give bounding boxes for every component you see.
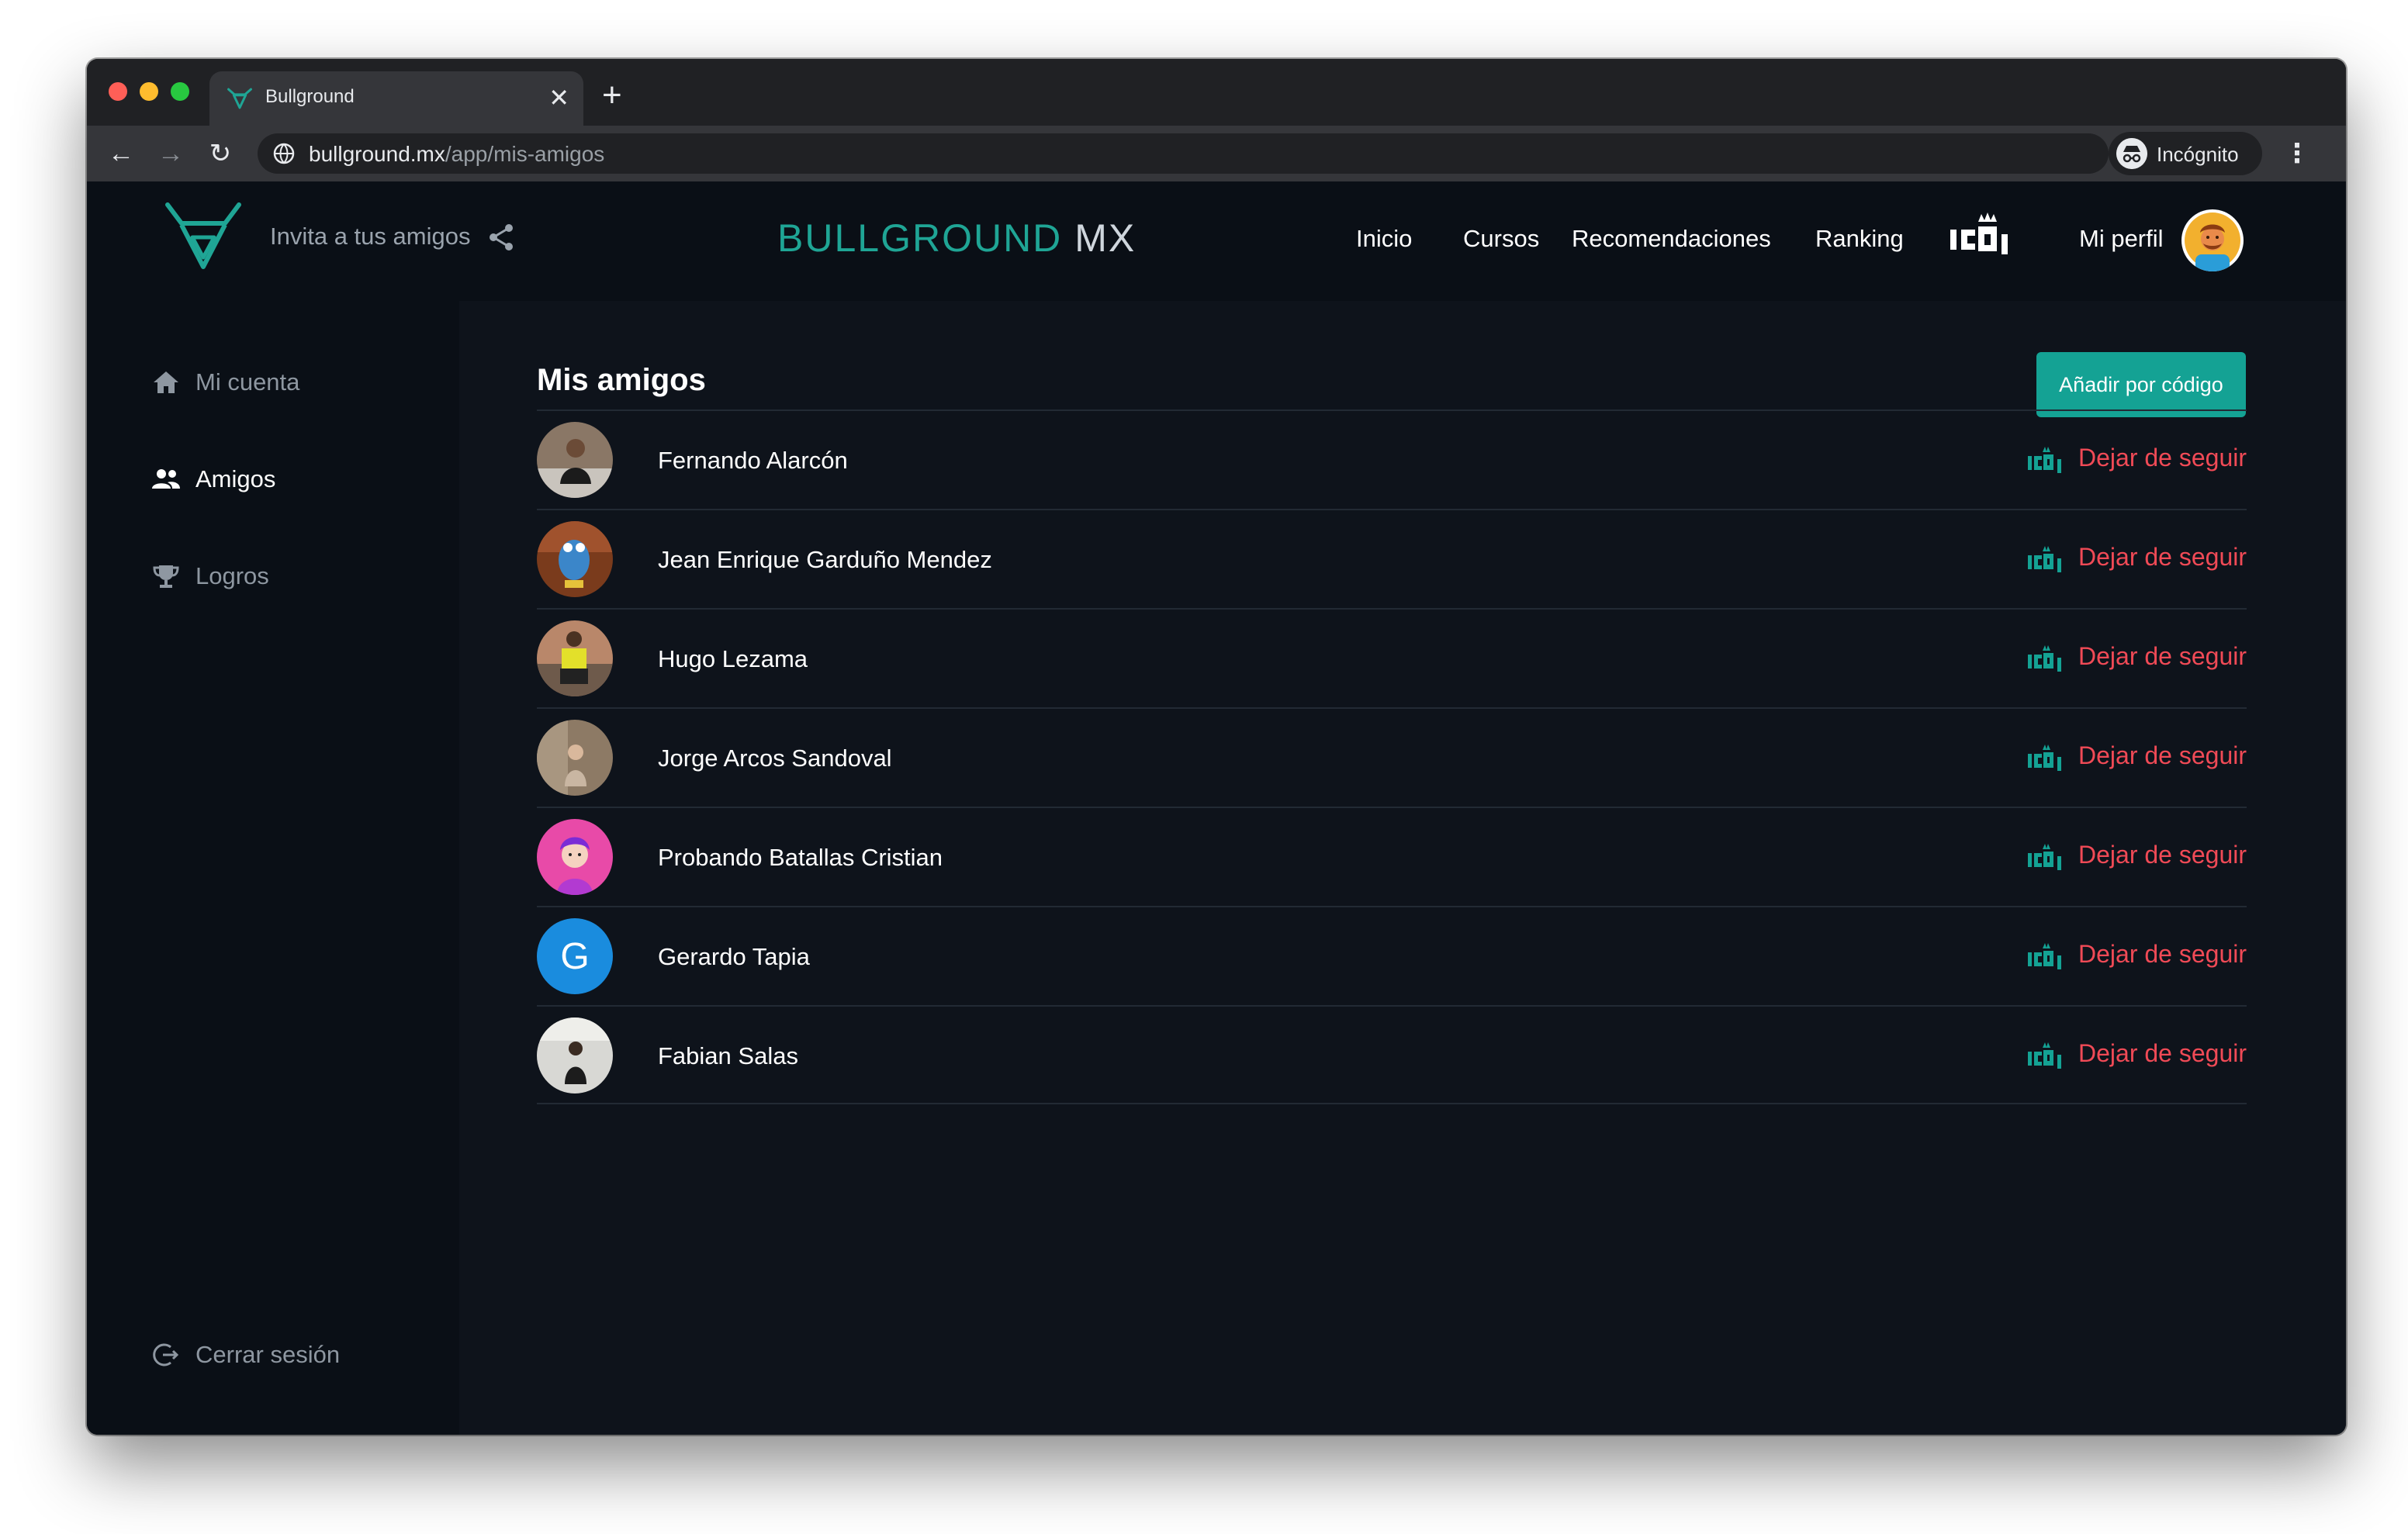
brand-secondary: MX <box>1074 216 1137 260</box>
list-item: Jean Enrique Garduño Mendez Dejar de seg… <box>537 509 2247 608</box>
brand-wordmark: BULLGROUND MX <box>777 216 1136 261</box>
friend-name[interactable]: Fabian Salas <box>658 1042 798 1070</box>
sidebar-item-amigos[interactable]: Amigos <box>149 460 275 499</box>
url-path: /app/mis-amigos <box>445 142 605 166</box>
reload-button[interactable]: ↻ <box>199 132 242 175</box>
address-bar[interactable]: bullground.mx/app/mis-amigos <box>258 133 2109 174</box>
avatar[interactable] <box>537 819 613 895</box>
avatar-photo-icon <box>537 620 613 696</box>
nav-recomendaciones[interactable]: Recomendaciones <box>1572 225 1771 253</box>
incognito-indicator[interactable]: Incógnito <box>2109 132 2262 175</box>
nav-ranking[interactable]: Ranking <box>1815 225 1904 253</box>
friends-list: Fernando Alarcón Dejar de seguir Jean En… <box>537 409 2247 1104</box>
idol-icon <box>2028 546 2061 572</box>
home-icon <box>154 371 178 393</box>
title-bar: Bullground ✕ + <box>87 59 2346 126</box>
sidebar-item-logros[interactable]: Logros <box>149 557 269 596</box>
profile-avatar[interactable] <box>2181 209 2244 271</box>
avatar-photo-icon <box>537 422 613 498</box>
nav-cursos[interactable]: Cursos <box>1463 225 1539 253</box>
browser-tab[interactable]: Bullground ✕ <box>209 71 583 126</box>
avatar[interactable] <box>537 620 613 696</box>
main-content: Mis amigos Añadir por código Fernando Al… <box>459 301 2346 1435</box>
forward-button[interactable]: → <box>149 132 192 175</box>
avatar-photo-icon <box>537 521 613 597</box>
avatar-cartoon-icon <box>537 819 613 895</box>
list-item: Fabian Salas Dejar de seguir <box>537 1005 2247 1104</box>
bullground-logo-icon[interactable] <box>164 202 242 271</box>
avatar[interactable] <box>537 720 613 796</box>
unfollow-button[interactable]: Dejar de seguir <box>2078 642 2247 671</box>
new-tab-button[interactable]: + <box>602 76 622 115</box>
bullground-favicon-icon <box>227 88 252 109</box>
list-item: Hugo Lezama Dejar de seguir <box>537 608 2247 707</box>
trophy-icon <box>153 565 179 588</box>
sidebar: Mi cuenta Amigos Logros Cerrar sesión <box>87 301 459 1435</box>
back-button[interactable]: ← <box>99 132 143 175</box>
close-window-button[interactable] <box>109 82 127 101</box>
logout-label: Cerrar sesión <box>195 1341 341 1368</box>
unfollow-button[interactable]: Dejar de seguir <box>2078 543 2247 572</box>
logout-button[interactable]: Cerrar sesión <box>149 1335 340 1374</box>
avatar-initial: G <box>560 935 590 977</box>
tab-close-icon[interactable]: ✕ <box>548 82 569 113</box>
sidebar-item-label: Amigos <box>195 465 276 492</box>
friend-name[interactable]: Fernando Alarcón <box>658 447 848 475</box>
page-title: Mis amigos <box>537 363 706 397</box>
avatar-photo-icon <box>537 720 613 796</box>
nav-mi-perfil[interactable]: Mi perfil <box>2079 225 2164 253</box>
friend-name[interactable]: Jean Enrique Garduño Mendez <box>658 546 992 574</box>
unfollow-button[interactable]: Dejar de seguir <box>2078 940 2247 969</box>
avatar[interactable] <box>537 1017 613 1093</box>
globe-icon <box>273 143 295 164</box>
avatar-photo-icon <box>537 1017 613 1093</box>
invite-friends-link[interactable]: Invita a tus amigos <box>270 223 470 250</box>
avatar[interactable] <box>537 422 613 498</box>
unfollow-button[interactable]: Dejar de seguir <box>2078 841 2247 869</box>
maximize-window-button[interactable] <box>171 82 189 101</box>
unfollow-button[interactable]: Dejar de seguir <box>2078 444 2247 472</box>
idol-icon <box>2028 1042 2061 1069</box>
unfollow-button[interactable]: Dejar de seguir <box>2078 1039 2247 1068</box>
friend-name[interactable]: Jorge Arcos Sandoval <box>658 745 892 772</box>
browser-menu-icon[interactable]: ⋮ <box>2284 135 2310 172</box>
site: Invita a tus amigos BULLGROUND MX Inicio… <box>87 181 2346 1435</box>
add-by-code-button[interactable]: Añadir por código <box>2036 352 2246 417</box>
incognito-icon <box>2116 138 2147 169</box>
nav-inicio[interactable]: Inicio <box>1356 225 1412 253</box>
idol-icon <box>2028 943 2061 969</box>
idol-icon <box>2028 447 2061 473</box>
minimize-window-button[interactable] <box>140 82 158 101</box>
sidebar-item-label: Mi cuenta <box>195 368 300 396</box>
incognito-label: Incógnito <box>2157 143 2239 166</box>
idol-icon <box>2028 844 2061 870</box>
share-icon[interactable] <box>486 222 517 253</box>
browser-window: Bullground ✕ + ← → ↻ bullground.mx/app/m… <box>87 59 2346 1435</box>
profile-avatar-image <box>2185 212 2240 271</box>
url-text: bullground.mx/app/mis-amigos <box>309 142 604 167</box>
avatar[interactable]: G <box>537 918 613 994</box>
friend-name[interactable]: Gerardo Tapia <box>658 943 810 971</box>
list-item: G Gerardo Tapia Dejar de seguir <box>537 906 2247 1005</box>
url-host: bullground.mx <box>309 142 445 166</box>
sidebar-item-label: Logros <box>195 562 269 589</box>
friend-name[interactable]: Probando Batallas Cristian <box>658 844 943 872</box>
avatar[interactable] <box>537 521 613 597</box>
list-item: Jorge Arcos Sandoval Dejar de seguir <box>537 707 2247 807</box>
list-item: Probando Batallas Cristian Dejar de segu… <box>537 807 2247 906</box>
logout-icon <box>153 1343 179 1366</box>
sidebar-item-mi-cuenta[interactable]: Mi cuenta <box>149 363 299 402</box>
friend-name[interactable]: Hugo Lezama <box>658 645 808 673</box>
idol-icon <box>2028 645 2061 672</box>
idol-icon <box>2028 745 2061 771</box>
list-item: Fernando Alarcón Dejar de seguir <box>537 409 2247 509</box>
browser-toolbar: ← → ↻ bullground.mx/app/mis-amigos Incóg… <box>87 126 2346 181</box>
people-icon <box>152 469 180 489</box>
brand-primary: BULLGROUND <box>777 216 1063 260</box>
tab-title: Bullground <box>265 86 355 107</box>
idol-icon[interactable] <box>1949 211 2019 259</box>
unfollow-button[interactable]: Dejar de seguir <box>2078 741 2247 770</box>
site-header: Invita a tus amigos BULLGROUND MX Inicio… <box>87 181 2346 301</box>
